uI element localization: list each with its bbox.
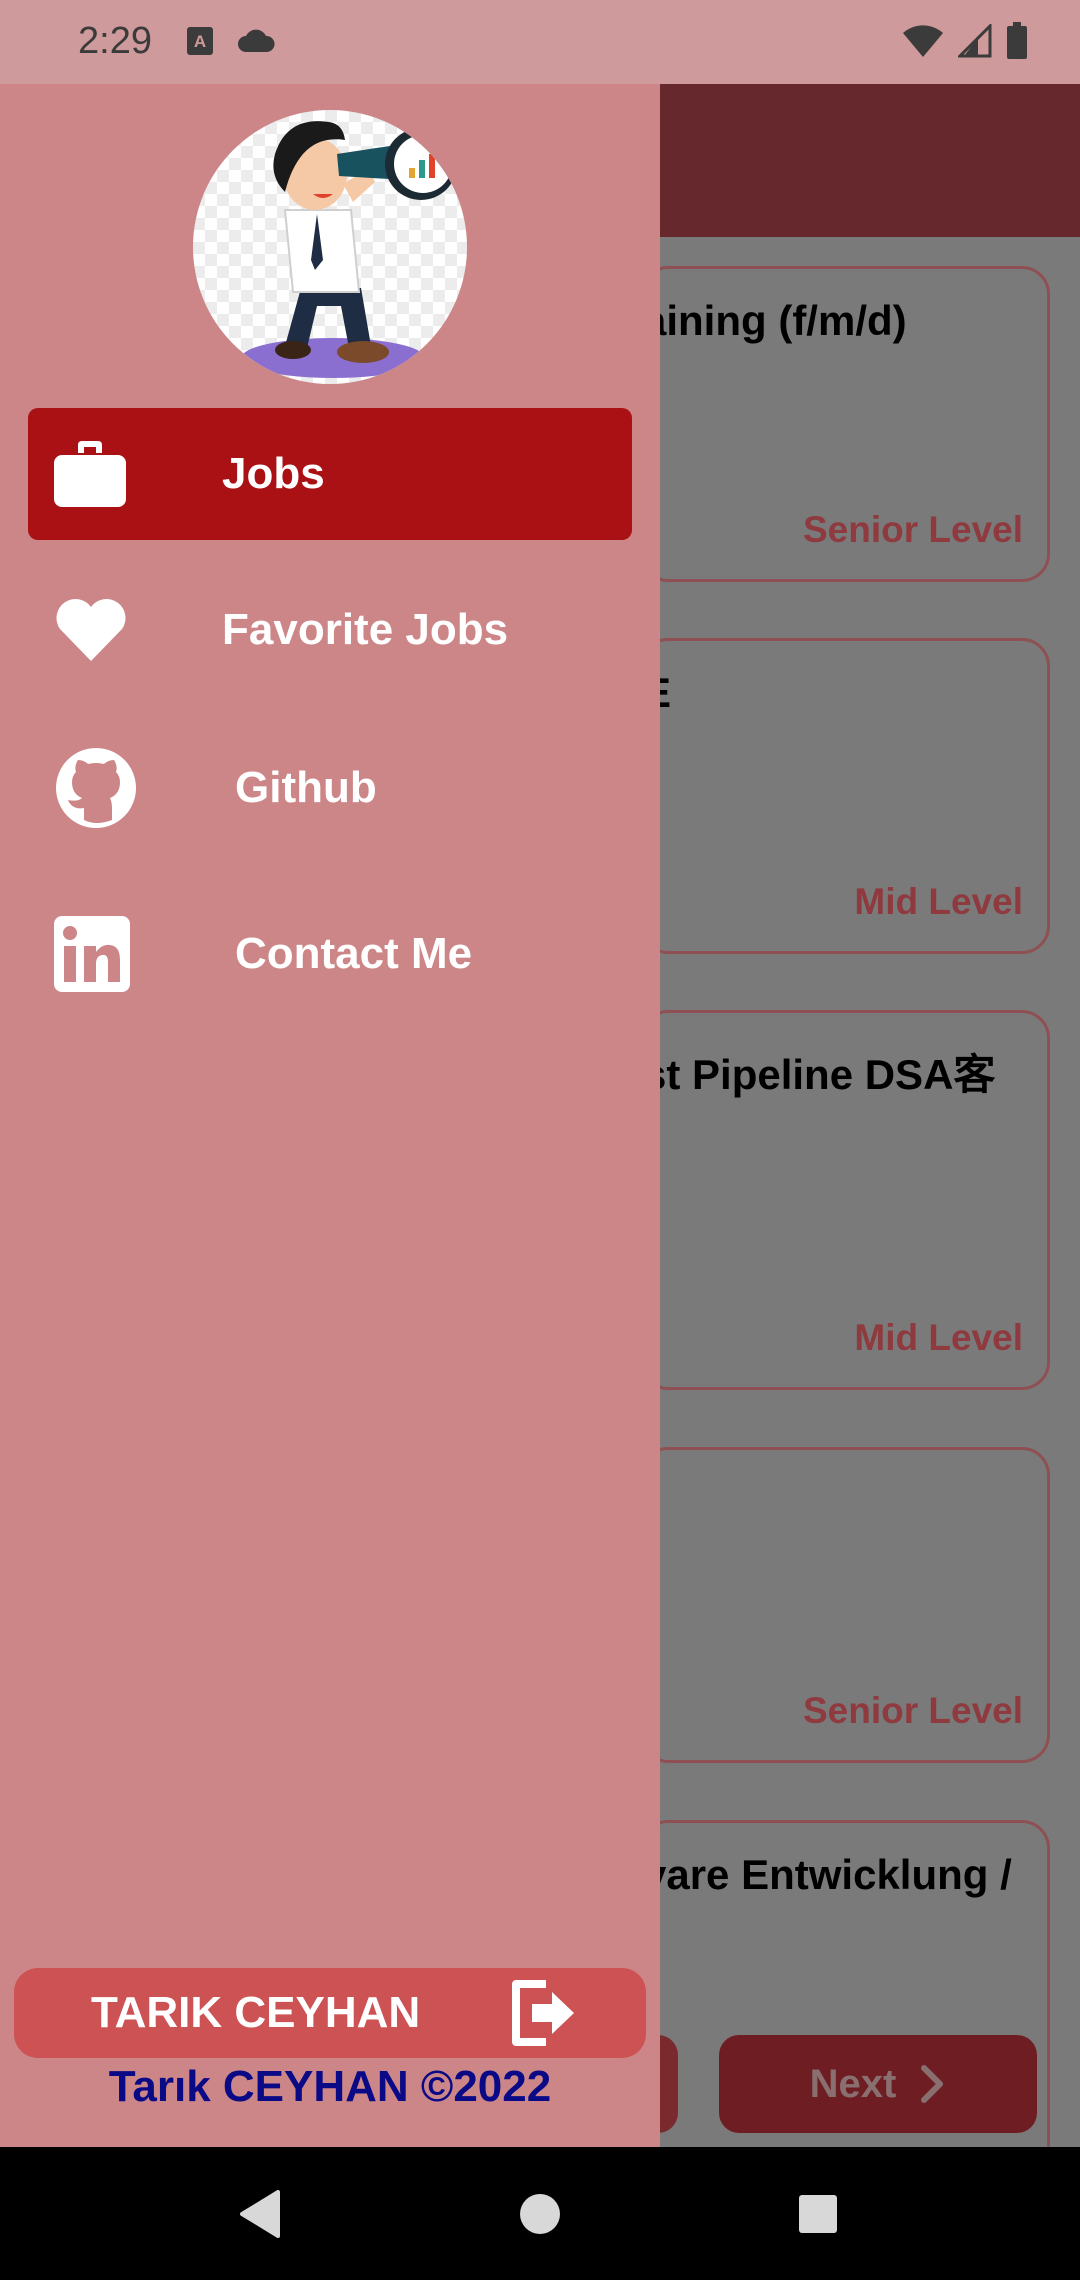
job-card[interactable]: E Mid Level (640, 638, 1050, 954)
status-time: 2:29 (78, 20, 152, 62)
github-icon (56, 748, 136, 828)
text-format-icon: A (187, 27, 213, 55)
job-level: Senior Level (802, 1690, 1023, 1731)
cell-signal-icon (958, 24, 992, 58)
recents-square-icon (799, 2194, 837, 2233)
status-bar: 2:29 A (0, 0, 1080, 84)
job-level: Senior Level (802, 509, 1023, 550)
job-card[interactable]: st Pipeline DSA客 Mid Level (640, 1010, 1050, 1390)
next-button[interactable]: Next (719, 2035, 1037, 2133)
menu-item-jobs[interactable]: Jobs (28, 408, 632, 540)
briefcase-icon (54, 441, 126, 507)
menu-item-contact-me[interactable]: Contact Me (28, 888, 632, 1020)
linkedin-icon (54, 916, 130, 992)
menu-label: Favorite Jobs (222, 605, 509, 654)
wifi-icon (903, 25, 943, 57)
job-title: aining (f/m/d) (643, 297, 907, 344)
menu-label: Github (235, 763, 377, 812)
back-button[interactable] (200, 2147, 320, 2280)
navigation-drawer: Jobs Favorite Jobs Github Contact Me TAR… (0, 84, 660, 2147)
job-card[interactable]: aining (f/m/d) Senior Level (640, 266, 1050, 582)
job-title: vare Entwicklung / (643, 1851, 1012, 1898)
svg-text:A: A (194, 32, 206, 51)
job-level: Mid Level (854, 1317, 1023, 1358)
heart-icon (56, 598, 126, 661)
logout-icon (512, 1980, 574, 2046)
copyright-text: Tarık CEYHAN ©2022 (108, 2062, 552, 2111)
back-triangle-icon (240, 2189, 280, 2238)
logout-button[interactable]: TARIK CEYHAN (14, 1968, 646, 2058)
job-card[interactable]: Senior Level (640, 1447, 1050, 1763)
menu-item-favorite-jobs[interactable]: Favorite Jobs (28, 564, 632, 696)
job-title: st Pipeline DSA客 (643, 1051, 996, 1098)
next-label: Next (809, 2061, 897, 2106)
menu-item-github[interactable]: Github (28, 722, 632, 854)
recents-button[interactable] (758, 2147, 878, 2280)
system-nav-bar (0, 2147, 1080, 2280)
job-level: Mid Level (854, 881, 1023, 922)
chevron-right-icon (921, 2065, 944, 2103)
home-button[interactable] (480, 2147, 600, 2280)
menu-label: Contact Me (235, 929, 473, 978)
cloud-icon (238, 29, 275, 52)
home-circle-icon (520, 2193, 560, 2234)
menu-label: Jobs (222, 449, 325, 498)
profile-avatar (193, 110, 467, 384)
user-name: TARIK CEYHAN (91, 1988, 421, 2037)
battery-icon (1007, 22, 1027, 59)
explorer-illustration (241, 121, 457, 378)
